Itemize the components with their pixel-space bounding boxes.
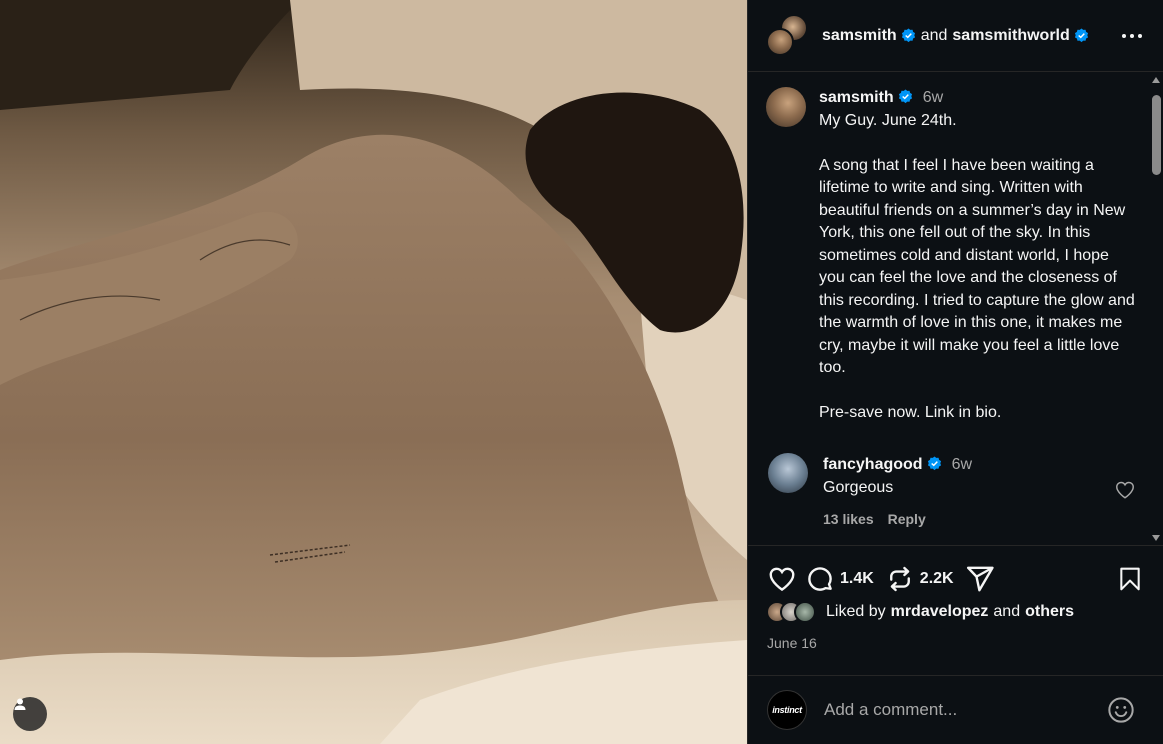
repost-icon — [889, 566, 910, 592]
liked-by-user-link[interactable]: mrdavelopez — [891, 603, 989, 621]
user-icon — [14, 698, 26, 710]
comment-like-heart-icon[interactable] — [1114, 479, 1136, 501]
heart-icon — [769, 567, 795, 592]
tagged-users-button[interactable] — [13, 697, 47, 731]
scroll-up-arrow-icon[interactable] — [1152, 77, 1160, 83]
post-caption: samsmith 6w My Guy. June 24th. A song tha… — [766, 87, 1136, 425]
send-paper-plane-icon — [966, 566, 994, 592]
like-button[interactable] — [766, 563, 798, 595]
more-options-button[interactable] — [1120, 24, 1144, 48]
verified-badge-icon — [927, 456, 941, 471]
scrollbar-thumb[interactable] — [1152, 95, 1161, 175]
comment-input[interactable] — [824, 695, 1094, 725]
post-header: samsmith and samsmithworld — [748, 0, 1163, 72]
post-details-panel: samsmith and samsmithworld samsmith 6w M… — [747, 0, 1163, 744]
post-date[interactable]: June 16 — [767, 635, 817, 651]
liked-by-others-link[interactable]: others — [1025, 603, 1074, 621]
bookmark-icon — [1120, 567, 1140, 591]
comments-count[interactable]: 1.4K — [840, 570, 874, 588]
comments-scroll-area[interactable]: samsmith 6w My Guy. June 24th. A song tha… — [748, 73, 1148, 545]
comment-timestamp[interactable]: 6w — [952, 456, 972, 473]
post-actions: 1.4K 2.2K Liked by mrdavelopez and other… — [748, 545, 1163, 675]
add-comment-bar: instinct — [748, 675, 1163, 744]
comment-reply-button[interactable]: Reply — [888, 511, 926, 527]
scroll-down-arrow-icon[interactable] — [1152, 535, 1160, 541]
comment-author-link[interactable]: fancyhagood — [823, 456, 923, 473]
share-button[interactable] — [964, 563, 996, 595]
caption-text: My Guy. June 24th. A song that I feel I … — [819, 111, 1135, 422]
caption-author-link[interactable]: samsmith — [819, 89, 894, 106]
avatar[interactable] — [768, 453, 808, 493]
save-button[interactable] — [1114, 563, 1146, 595]
verified-badge-icon — [898, 89, 912, 104]
comment-button[interactable] — [804, 563, 836, 595]
photo-illustration — [0, 0, 747, 744]
comment-item: fancyhagood 6w Gorgeous 13 likes Reply — [766, 453, 1136, 531]
verified-badge-icon — [901, 28, 915, 43]
header-usernames: samsmith and samsmithworld — [822, 27, 1089, 45]
liked-by-avatars[interactable] — [766, 601, 822, 623]
avatar[interactable] — [766, 87, 806, 127]
comments-scrollbar[interactable] — [1148, 73, 1163, 545]
collaborator-username-link[interactable]: samsmithworld — [952, 27, 1069, 45]
emoji-picker-button[interactable] — [1106, 695, 1136, 725]
caption-timestamp[interactable]: 6w — [923, 89, 943, 106]
author-username-link[interactable]: samsmith — [822, 27, 897, 45]
avatar — [794, 601, 816, 623]
current-user-avatar[interactable]: instinct — [767, 690, 807, 730]
comment-likes-link[interactable]: 13 likes — [823, 511, 874, 527]
more-horizontal-icon — [1122, 34, 1142, 38]
liked-by-label: Liked by — [826, 603, 886, 620]
header-conjunction: and — [920, 26, 948, 44]
repost-button[interactable] — [884, 563, 916, 595]
avatar-samsmith — [766, 27, 794, 56]
liked-by-summary: Liked by mrdavelopez and others — [766, 601, 1074, 623]
reposts-count[interactable]: 2.2K — [920, 570, 954, 588]
verified-badge-icon — [1074, 28, 1088, 43]
liked-by-conjunction: and — [993, 603, 1021, 620]
emoji-smiley-icon — [1108, 697, 1134, 723]
comment-bubble-icon — [808, 567, 832, 591]
collab-avatars[interactable] — [766, 13, 810, 58]
comment-text: Gorgeous — [823, 479, 894, 496]
post-photo[interactable] — [0, 0, 747, 744]
